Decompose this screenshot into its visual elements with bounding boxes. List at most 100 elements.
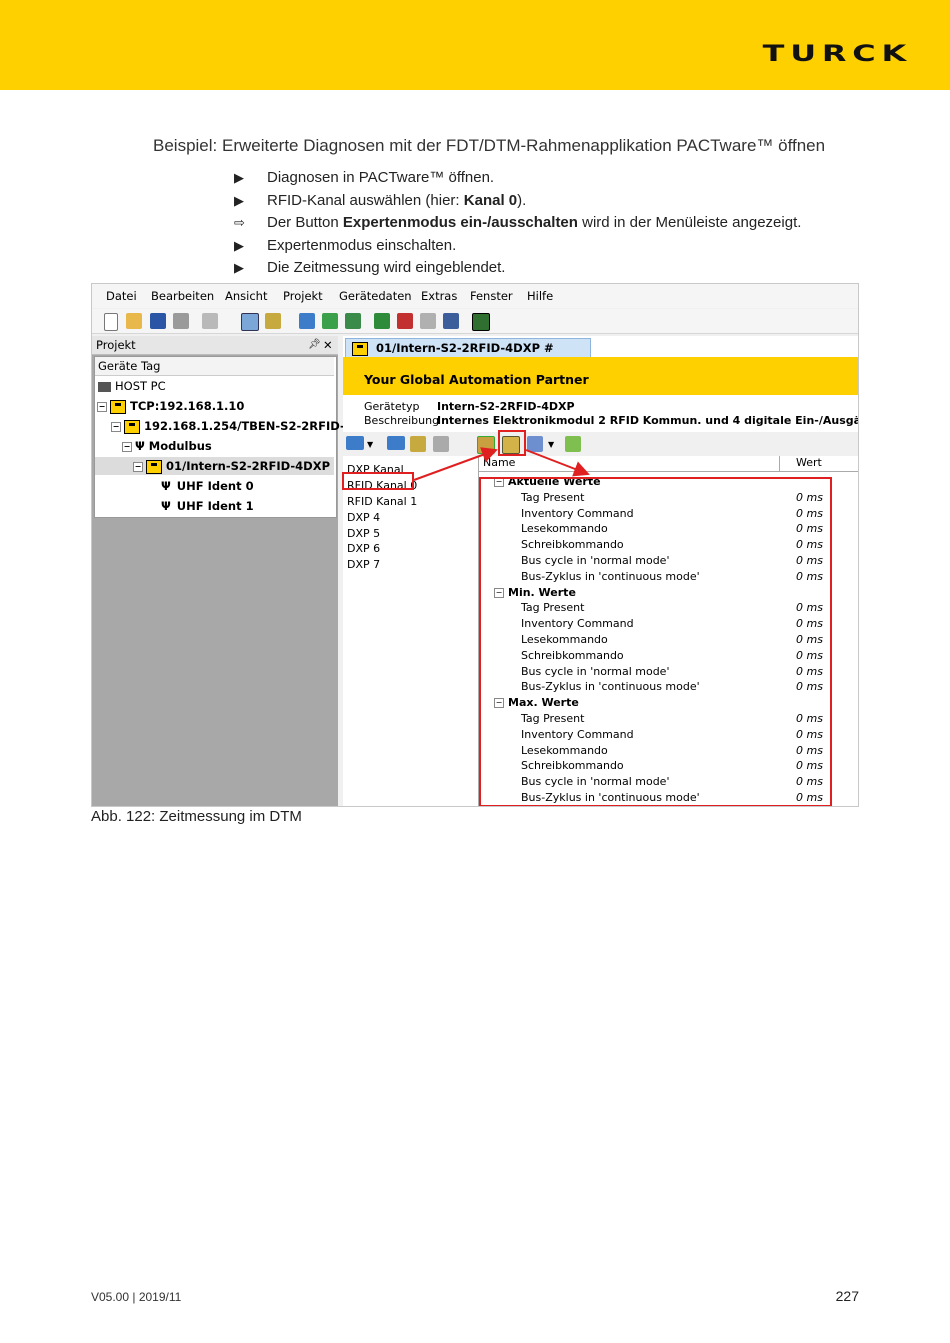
- export-icon[interactable]: [565, 436, 581, 452]
- device-type-value: Intern-S2-2RFID-4DXP: [437, 400, 575, 413]
- device-desc-label: Beschreibung: [364, 414, 440, 427]
- collapse-icon[interactable]: −: [494, 698, 504, 709]
- window-icon[interactable]: [299, 313, 315, 329]
- table-row[interactable]: Inventory Command 0 ms: [479, 727, 858, 743]
- close-icon[interactable]: ✕: [323, 336, 333, 354]
- menu-hilfe[interactable]: Hilfe: [527, 289, 553, 303]
- table-row[interactable]: Schreibkommando 0 ms: [479, 537, 858, 553]
- row-value: 0 ms: [796, 775, 823, 789]
- table-row[interactable]: Tag Present 0 ms: [479, 490, 858, 506]
- tree-node-tben[interactable]: − 192.168.1.254/TBEN-S2-2RFID-4D: [111, 417, 362, 435]
- pactware-screenshot: Datei Bearbeiten Ansicht Projekt Geräted…: [91, 283, 859, 807]
- pc-icon: [98, 381, 111, 392]
- table-row[interactable]: Tag Present 0 ms: [479, 711, 858, 727]
- table-row[interactable]: Bus cycle in 'normal mode' 0 ms: [479, 774, 858, 790]
- new-icon[interactable]: [104, 313, 118, 331]
- pin-icon[interactable]: 📌︎: [308, 336, 321, 354]
- menu-projekt[interactable]: Projekt: [283, 289, 323, 303]
- table-row[interactable]: Inventory Command 0 ms: [479, 616, 858, 632]
- menu-fenster[interactable]: Fenster: [470, 289, 513, 303]
- tree-node-uhf-ident-1[interactable]: Ψ UHF Ident 1: [161, 497, 254, 515]
- device-catalog-icon[interactable]: [202, 313, 218, 329]
- menu-ansicht[interactable]: Ansicht: [225, 289, 267, 303]
- group-title: Max. Werte: [508, 696, 579, 710]
- comment-icon[interactable]: [433, 436, 449, 452]
- tree-node-uhf-ident-0[interactable]: Ψ UHF Ident 0: [161, 477, 254, 495]
- menu-datei[interactable]: Datei: [106, 289, 137, 303]
- row-value: 0 ms: [796, 601, 823, 615]
- channel-dxp-5[interactable]: DXP 5: [347, 526, 380, 542]
- online-params-icon[interactable]: [420, 313, 436, 329]
- disconnect-icon[interactable]: [345, 313, 361, 329]
- tab-diagnose[interactable]: 01/Intern-S2-2RFID-4DXP # Diagnose: [345, 338, 591, 373]
- menu-extras[interactable]: Extras: [421, 289, 457, 303]
- expert-mode-icon[interactable]: [502, 436, 520, 454]
- channel-rfid-0[interactable]: RFID Kanal 0: [347, 478, 417, 494]
- open-icon[interactable]: [126, 313, 142, 329]
- step-marker: ▶: [234, 260, 244, 275]
- view-icon[interactable]: [346, 436, 364, 450]
- download-icon[interactable]: [397, 313, 413, 329]
- row-name: Lesekommando: [521, 522, 608, 536]
- row-value: 0 ms: [796, 759, 823, 773]
- channel-dxp-6[interactable]: DXP 6: [347, 541, 380, 557]
- collapse-icon[interactable]: −: [494, 477, 504, 487]
- row-name: Bus-Zyklus in 'continuous mode': [521, 680, 700, 694]
- table-row[interactable]: Lesekommando 0 ms: [479, 632, 858, 648]
- table-row[interactable]: Lesekommando 0 ms: [479, 743, 858, 759]
- project-tree: Geräte Tag HOST PC − TCP:192.168.1.10 −19…: [94, 356, 362, 518]
- collapse-icon[interactable]: −: [494, 587, 504, 598]
- group-header[interactable]: − Max. Werte: [479, 695, 858, 711]
- table-row[interactable]: Bus cycle in 'normal mode' 0 ms: [479, 553, 858, 569]
- table-row[interactable]: Inventory Command 0 ms: [479, 506, 858, 522]
- group-header[interactable]: − Min. Werte: [479, 585, 858, 601]
- collapse-icon[interactable]: −: [111, 421, 121, 432]
- row-name: Bus-Zyklus in 'continuous mode': [521, 791, 700, 804]
- banner-text: Your Global Automation Partner: [364, 372, 589, 387]
- catalog-view-icon[interactable]: [265, 313, 281, 329]
- row-value: 0 ms: [796, 664, 823, 678]
- measure-icon[interactable]: [443, 313, 459, 329]
- row-value: 0 ms: [796, 569, 823, 583]
- group-header[interactable]: − Aktuelle Werte: [479, 474, 858, 490]
- table-row[interactable]: Bus-Zyklus in 'continuous mode' 0 ms: [479, 790, 858, 806]
- grid-header: Name Wert: [479, 456, 858, 472]
- table-row[interactable]: Schreibkommando 0 ms: [479, 648, 858, 664]
- row-name: Tag Present: [521, 601, 585, 615]
- tree-node-modulbus[interactable]: − Ψ Modulbus: [122, 437, 212, 455]
- connect-icon[interactable]: [322, 313, 338, 329]
- window-icon[interactable]: [387, 436, 405, 450]
- collapse-icon[interactable]: −: [97, 401, 107, 412]
- chevron-down-icon[interactable]: ▼: [367, 440, 383, 456]
- table-row[interactable]: Tag Present 0 ms: [479, 600, 858, 616]
- row-value: 0 ms: [796, 538, 823, 552]
- turck-tag-icon: [146, 459, 162, 474]
- help-icon[interactable]: [410, 436, 426, 452]
- table-row[interactable]: Lesekommando 0 ms: [479, 521, 858, 537]
- diagnosis-icon[interactable]: [472, 313, 490, 331]
- device-type-label: Gerätetyp: [364, 400, 420, 413]
- collapse-icon[interactable]: −: [122, 441, 132, 452]
- table-row[interactable]: Schreibkommando 0 ms: [479, 758, 858, 774]
- channel-dxp-7[interactable]: DXP 7: [347, 557, 380, 573]
- channel-rfid-1[interactable]: RFID Kanal 1: [347, 494, 417, 510]
- tree-node-tcp[interactable]: − TCP:192.168.1.10: [97, 397, 244, 415]
- collapse-icon[interactable]: −: [133, 461, 143, 472]
- upload-icon[interactable]: [374, 313, 390, 329]
- menu-geraetedaten[interactable]: Gerätedaten: [339, 289, 412, 303]
- toggle-connect-icon[interactable]: [477, 436, 495, 454]
- table-row[interactable]: Bus-Zyklus in 'continuous mode' 0 ms: [479, 569, 858, 585]
- save-icon[interactable]: [150, 313, 166, 329]
- row-name: Bus cycle in 'normal mode': [521, 664, 670, 678]
- list-icon[interactable]: [527, 436, 543, 452]
- channel-dxp-4[interactable]: DXP 4: [347, 510, 380, 526]
- table-row[interactable]: Bus-Zyklus in 'continuous mode' 0 ms: [479, 679, 858, 695]
- tree-node-intern-selected[interactable]: − 01/Intern-S2-2RFID-4DXP: [95, 457, 334, 475]
- table-row[interactable]: Bus cycle in 'normal mode' 0 ms: [479, 664, 858, 680]
- tree-node-host-pc[interactable]: HOST PC: [98, 377, 166, 395]
- menu-bearbeiten[interactable]: Bearbeiten: [151, 289, 214, 303]
- chevron-down-icon[interactable]: ▼: [548, 440, 564, 456]
- project-view-icon[interactable]: [241, 313, 259, 331]
- row-name: Lesekommando: [521, 743, 608, 757]
- print-icon[interactable]: [173, 313, 189, 329]
